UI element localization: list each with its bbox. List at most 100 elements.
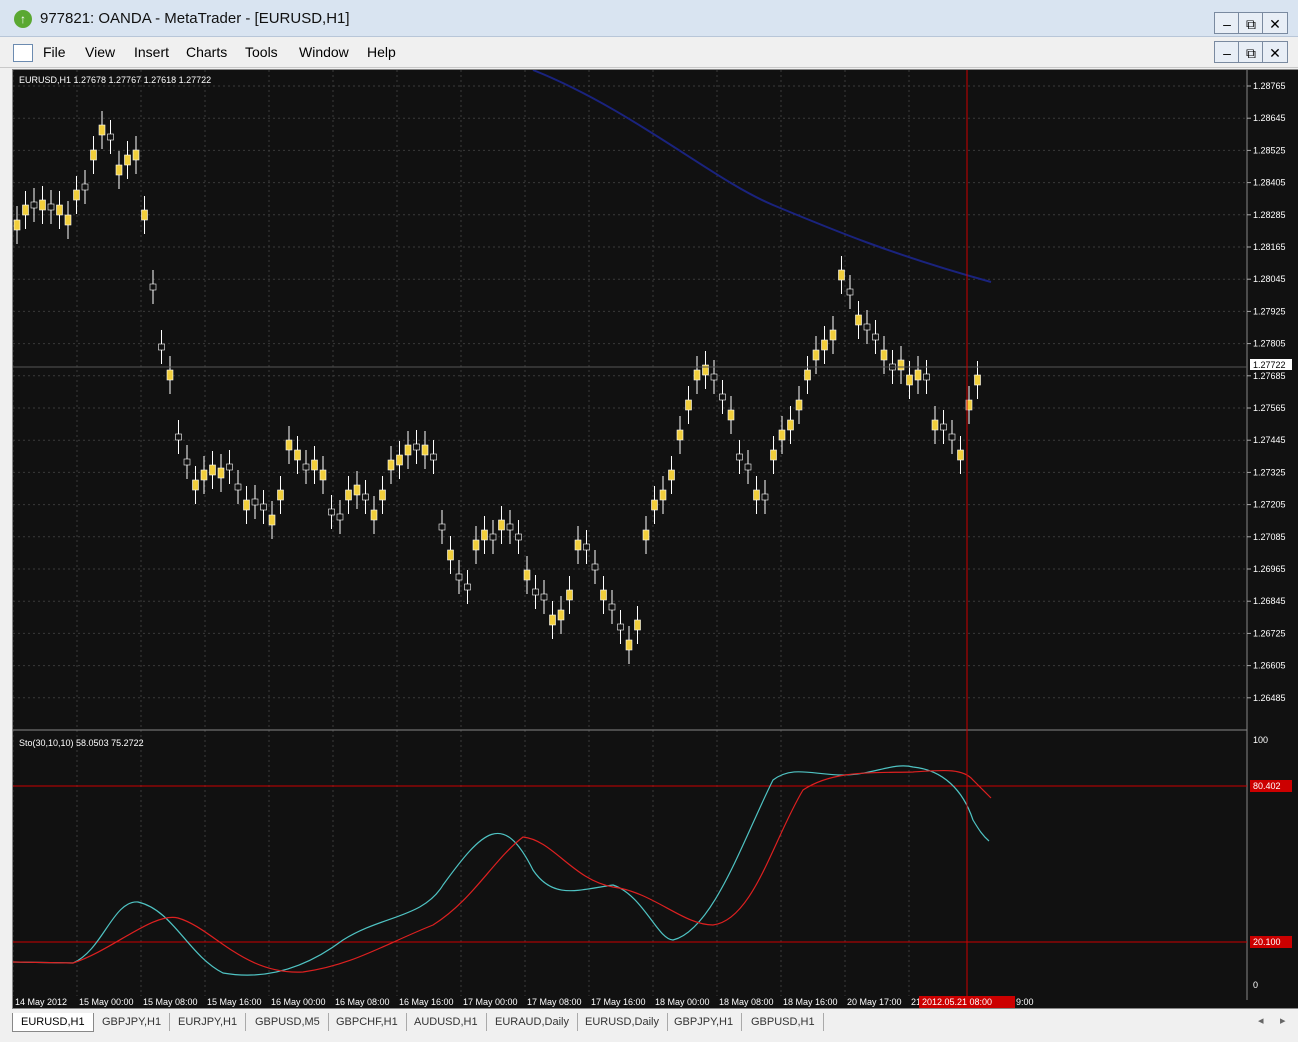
- stoch-scale-bottom: 0: [1253, 980, 1258, 990]
- candle-body: [846, 288, 854, 296]
- tab-audusd-h1[interactable]: AUDUSD,H1: [406, 1013, 487, 1031]
- tab-gbpchf-h1[interactable]: GBPCHF,H1: [328, 1013, 407, 1031]
- menu-view[interactable]: View: [85, 44, 115, 60]
- candle-body: [540, 593, 548, 601]
- tab-gbpusd-m5[interactable]: GBPUSD,M5: [247, 1013, 329, 1031]
- tab-euraud-daily[interactable]: EURAUD,Daily: [487, 1013, 578, 1031]
- price-label: 1.27325: [1253, 467, 1286, 477]
- time-label-tail: 9:00: [1016, 997, 1034, 1007]
- menu-file[interactable]: File: [43, 44, 66, 60]
- tab-gbpjpy-h1[interactable]: GBPJPY,H1: [94, 1013, 171, 1031]
- candle-body: [124, 154, 131, 166]
- candle-body: [591, 563, 599, 571]
- candle-body: [362, 493, 369, 501]
- candle-body: [787, 419, 794, 431]
- candle-body: [328, 508, 335, 516]
- candle-body: [795, 399, 803, 411]
- price-label: 1.26845: [1253, 596, 1286, 606]
- candle-body: [22, 204, 29, 216]
- candle-body: [353, 484, 361, 496]
- menu-tools[interactable]: Tools: [245, 44, 278, 60]
- candle-body: [710, 373, 718, 381]
- child-restore-button[interactable]: ⧉: [1238, 41, 1264, 63]
- candlesticks: [13, 111, 981, 664]
- candle-body: [158, 343, 165, 351]
- time-label: 18 May 00:00: [655, 997, 710, 1007]
- candle-body: [532, 588, 539, 596]
- tabs-scroll-right-icon[interactable]: ▸: [1280, 1014, 1286, 1027]
- candle-body: [447, 549, 454, 561]
- candle-body: [311, 459, 318, 471]
- candle-body: [693, 369, 701, 381]
- candle-body: [396, 454, 403, 466]
- candle-body: [107, 133, 114, 141]
- stochastic-info: Sto(30,10,10) 58.0503 75.2722: [19, 738, 144, 748]
- time-axis: 14 May 2012 15 May 00:00 15 May 08:00 15 Ma…: [15, 997, 921, 1007]
- price-label: 1.28165: [1253, 242, 1286, 252]
- candle-body: [98, 124, 106, 136]
- candle-body: [651, 499, 658, 511]
- candle-body: [812, 349, 820, 361]
- chart-window[interactable]: 1.28765 1.28645 1.28525 1.28405 1.28285 1.281…: [12, 69, 1298, 1009]
- candle-body: [923, 373, 930, 381]
- candle-body: [209, 464, 216, 476]
- candle-body: [549, 614, 556, 626]
- candle-body: [506, 523, 514, 531]
- price-label: 1.27805: [1253, 339, 1286, 349]
- chart-window-icon[interactable]: [13, 44, 33, 62]
- time-label: 16 May 00:00: [271, 997, 326, 1007]
- tabs-scroll-left-icon[interactable]: ◂: [1258, 1014, 1264, 1027]
- tab-eurjpy-h1[interactable]: EURJPY,H1: [170, 1013, 247, 1031]
- menu-help[interactable]: Help: [367, 44, 396, 60]
- candle-body: [370, 509, 378, 521]
- time-label: 18 May 16:00: [783, 997, 838, 1007]
- tab-gbpjpy-h1-2[interactable]: GBPJPY,H1: [666, 1013, 743, 1031]
- candle-body: [175, 433, 182, 441]
- candle-body: [243, 499, 250, 511]
- candle-body: [285, 439, 293, 451]
- candle-body: [132, 149, 140, 161]
- child-minimize-button[interactable]: –: [1214, 41, 1240, 63]
- candle-body: [829, 329, 837, 341]
- candle-body: [557, 609, 565, 621]
- child-close-button[interactable]: ✕: [1262, 41, 1288, 63]
- time-label: 15 May 08:00: [143, 997, 198, 1007]
- candle-body: [438, 523, 446, 531]
- time-label: 20 May 17:00: [847, 997, 902, 1007]
- window-title: 977821: OANDA - MetaTrader - [EURUSD,H1]: [40, 10, 350, 27]
- candle-body: [481, 529, 488, 541]
- candle-body: [81, 183, 89, 191]
- candle-body: [804, 369, 811, 381]
- price-label: 1.27445: [1253, 435, 1286, 445]
- menu-insert[interactable]: Insert: [134, 44, 169, 60]
- candle-body: [608, 603, 616, 611]
- tab-eurusd-h1[interactable]: EURUSD,H1: [12, 1013, 94, 1032]
- time-label: 15 May 16:00: [207, 997, 262, 1007]
- close-button[interactable]: ✕: [1262, 12, 1288, 34]
- candle-body: [345, 489, 352, 501]
- candle-body: [421, 444, 429, 456]
- minimize-button[interactable]: –: [1214, 12, 1240, 34]
- menu-window[interactable]: Window: [299, 44, 349, 60]
- tab-eurusd-daily[interactable]: EURUSD,Daily: [577, 1013, 668, 1031]
- candle-body: [149, 283, 157, 291]
- candle-body: [872, 333, 879, 341]
- price-chart[interactable]: 1.28765 1.28645 1.28525 1.28405 1.28285 1.281…: [12, 69, 1298, 1008]
- candle-body: [404, 444, 412, 456]
- price-label: 1.27685: [1253, 371, 1286, 381]
- time-label: 17 May 08:00: [527, 997, 582, 1007]
- restore-button[interactable]: ⧉: [1238, 12, 1264, 34]
- menu-charts[interactable]: Charts: [186, 44, 227, 60]
- tab-gbpusd-h1[interactable]: GBPUSD,H1: [743, 1013, 824, 1031]
- time-label: 18 May 08:00: [719, 997, 774, 1007]
- menu-bar: File View Insert Charts Tools Window Hel…: [0, 37, 1298, 68]
- candle-body: [472, 539, 480, 551]
- candle-body: [583, 543, 590, 551]
- price-axis: 1.28765 1.28645 1.28525 1.28405 1.28285 1.281…: [1247, 81, 1286, 703]
- candle-body: [974, 374, 981, 386]
- candle-body: [47, 203, 55, 211]
- candle-body: [770, 449, 777, 461]
- candle-body: [948, 433, 956, 441]
- candle-body: [141, 209, 148, 221]
- candle-body: [821, 339, 828, 351]
